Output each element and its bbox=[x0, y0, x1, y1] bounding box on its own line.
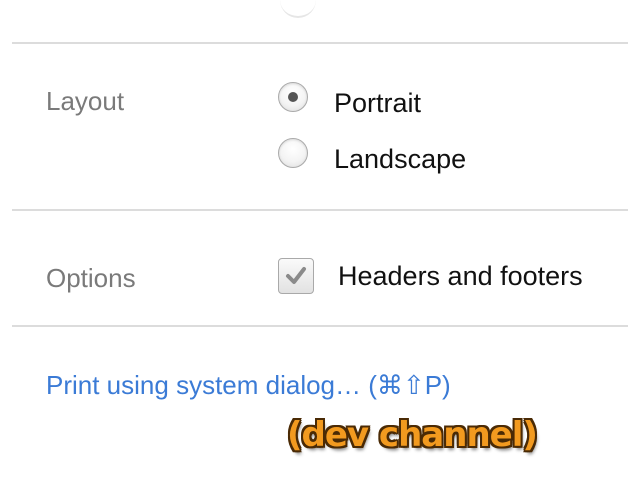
portrait-label[interactable]: Portrait bbox=[334, 89, 421, 117]
portrait-radio-option[interactable]: Portrait bbox=[278, 82, 421, 116]
landscape-radio-option[interactable]: Landscape bbox=[278, 138, 466, 172]
headers-footers-checkbox[interactable] bbox=[278, 258, 314, 294]
checkmark-icon bbox=[286, 267, 306, 284]
options-section-label: Options bbox=[46, 263, 136, 293]
previous-control-edge bbox=[280, 0, 316, 18]
section-divider bbox=[12, 42, 628, 44]
headers-footers-label[interactable]: Headers and footers bbox=[338, 262, 583, 290]
layout-section-label: Layout bbox=[46, 86, 125, 116]
landscape-radio-button[interactable] bbox=[278, 138, 308, 168]
section-divider bbox=[12, 325, 628, 327]
section-divider bbox=[12, 209, 628, 211]
print-system-dialog-link[interactable]: Print using system dialog… (⌘⇧P) bbox=[46, 372, 451, 398]
radio-selected-dot bbox=[288, 92, 298, 102]
headers-footers-option[interactable]: Headers and footers bbox=[278, 258, 583, 294]
dev-channel-badge: (dev channel) bbox=[287, 415, 538, 455]
portrait-radio-button[interactable] bbox=[278, 82, 308, 112]
landscape-label[interactable]: Landscape bbox=[334, 145, 466, 173]
